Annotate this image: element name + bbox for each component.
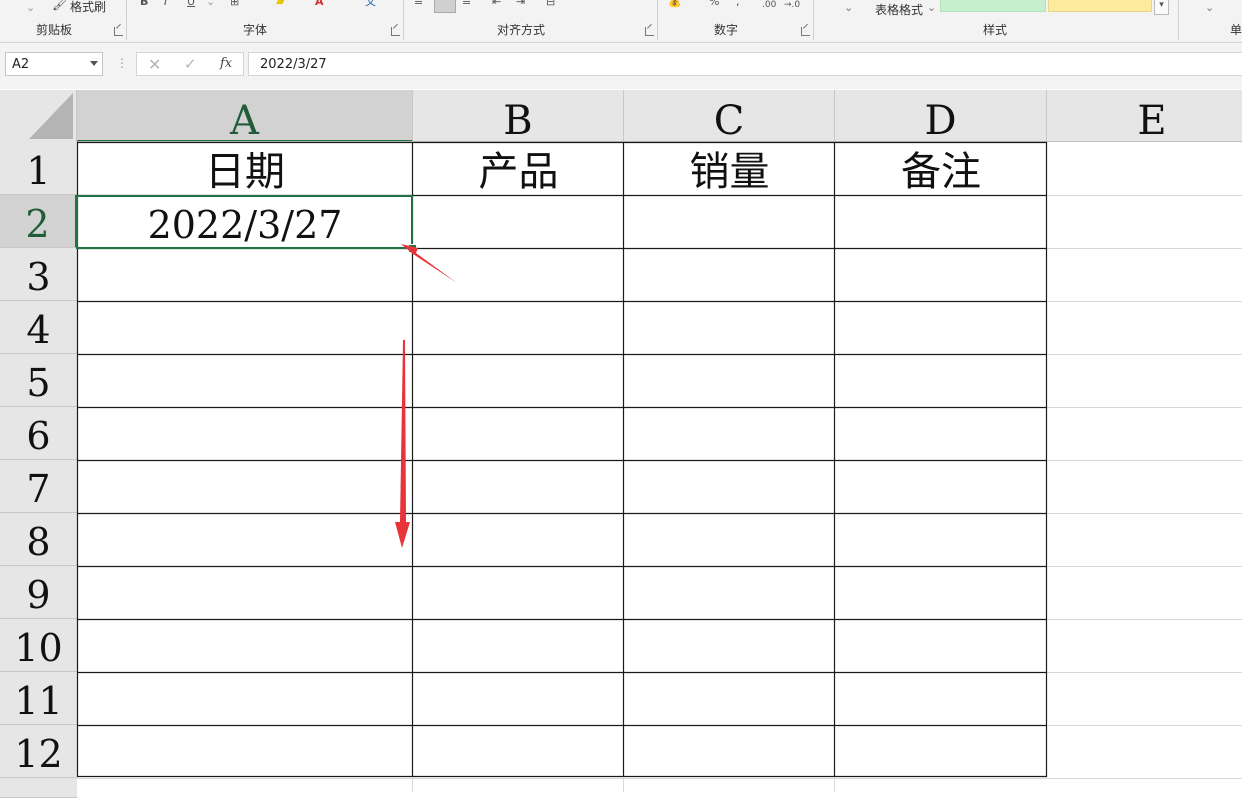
number-launcher-icon[interactable] (801, 27, 810, 36)
comma-style-icon[interactable]: , (736, 0, 740, 8)
alignment-launcher-icon[interactable] (645, 27, 654, 36)
group-separator (813, 0, 814, 40)
underline-dropdown-icon[interactable]: ⌄ (206, 0, 215, 8)
enter-checkmark-icon[interactable]: ✓ (184, 55, 197, 73)
format-painter-button[interactable]: 格式刷 (70, 0, 106, 14)
decrease-decimal-icon[interactable]: →.0 (784, 0, 800, 11)
group-separator (126, 0, 127, 40)
spreadsheet-grid: A B C D E 1 2 3 4 5 6 7 8 9 10 11 12 日期 … (0, 90, 1242, 798)
format-as-table-button[interactable]: 表格格式 (875, 3, 923, 17)
group-label-font: 字体 (243, 23, 268, 37)
fill-handle[interactable] (408, 244, 417, 253)
group-label-styles: 样式 (983, 23, 1008, 37)
cancel-icon[interactable]: ✕ (148, 55, 161, 74)
cell-b1[interactable]: 产品 (413, 142, 624, 195)
format-as-table-dropdown-icon[interactable]: ⌄ (927, 2, 936, 14)
italic-icon[interactable]: I (164, 0, 167, 8)
align-right-icon[interactable]: ≡ (462, 0, 471, 8)
formula-bar-grip-icon[interactable]: ⋮ (116, 56, 128, 70)
group-label-clipboard: 剪贴板 (36, 23, 73, 37)
name-box-dropdown-icon[interactable] (90, 61, 98, 66)
merge-center-icon[interactable]: ⊟ (546, 0, 555, 8)
cell-c1[interactable]: 销量 (624, 142, 835, 195)
group-separator (403, 0, 404, 40)
formula-input[interactable]: 2022/3/27 (248, 52, 1242, 76)
font-launcher-icon[interactable] (391, 27, 400, 36)
clipboard-launcher-icon[interactable] (114, 27, 123, 36)
underline-icon[interactable]: U (187, 0, 195, 8)
paste-dropdown-icon[interactable]: ⌄ (26, 2, 35, 14)
insert-function-button[interactable]: fx (220, 56, 232, 71)
fill-color-icon[interactable]: ▰ (276, 0, 284, 8)
group-label-cells: 单 (1230, 23, 1242, 37)
cell-style-neutral-swatch[interactable] (1048, 0, 1152, 12)
active-cell-selection (76, 195, 413, 249)
formula-value: 2022/3/27 (260, 57, 327, 72)
cell-d1[interactable]: 备注 (835, 142, 1047, 195)
insert-dropdown-icon[interactable]: ⌄ (1205, 2, 1214, 14)
conditional-format-dropdown-icon[interactable]: ⌄ (844, 2, 853, 14)
align-center-icon[interactable] (434, 0, 456, 13)
name-box[interactable]: A2 (5, 52, 103, 76)
bold-icon[interactable]: B (140, 0, 148, 8)
percent-icon[interactable]: % (709, 0, 719, 8)
name-box-value: A2 (12, 57, 30, 72)
font-color-icon[interactable]: A (315, 0, 324, 8)
group-label-alignment: 对齐方式 (497, 23, 546, 37)
ribbon: ⌄ 🖌 格式刷 剪贴板 B I U ⌄ ⊞ ▰ A 文 字体 ≡ ≡ ⇤ ⇥ ⊟… (0, 0, 1242, 43)
group-separator (657, 0, 658, 40)
border-icon[interactable]: ⊞ (230, 0, 239, 8)
align-left-icon[interactable]: ≡ (414, 0, 423, 8)
cell-style-good-swatch[interactable] (940, 0, 1046, 12)
decrease-indent-icon[interactable]: ⇤ (492, 0, 501, 8)
phonetic-icon[interactable]: 文 (365, 0, 376, 8)
increase-indent-icon[interactable]: ⇥ (516, 0, 525, 8)
group-separator (1178, 0, 1179, 40)
group-label-number: 数字 (714, 23, 739, 37)
styles-more-icon[interactable]: ▾ (1154, 0, 1169, 15)
increase-decimal-icon[interactable]: .00 (762, 0, 776, 11)
formula-buttons: ✕ ✓ fx (136, 52, 244, 76)
format-painter-icon[interactable]: 🖌 (52, 0, 69, 11)
cell-a1[interactable]: 日期 (77, 142, 413, 195)
accounting-format-icon[interactable]: 💰 (668, 0, 682, 8)
